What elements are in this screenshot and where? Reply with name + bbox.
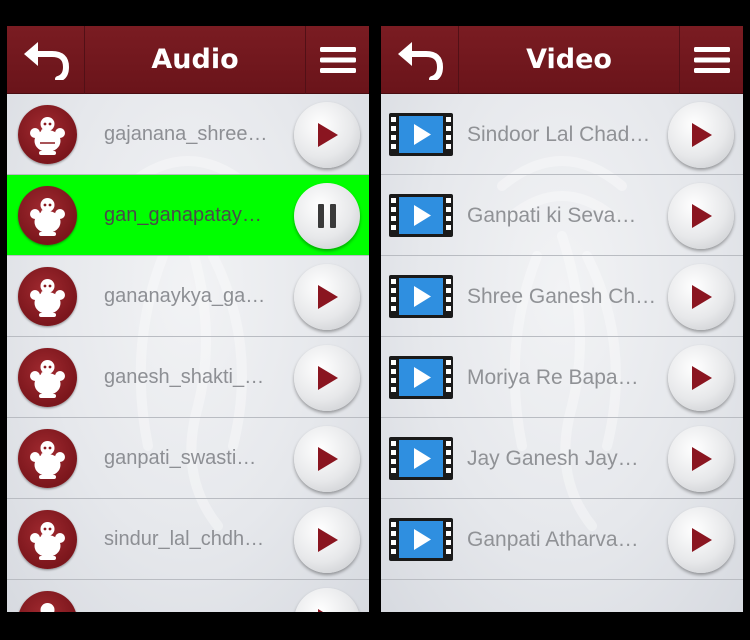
play-icon xyxy=(692,447,712,471)
video-file-icon xyxy=(389,275,453,318)
audio-list-item-playing[interactable]: gan_ganapatay… xyxy=(7,175,369,256)
ganesha-thumbnail-icon xyxy=(18,105,77,164)
audio-panel: Audio gajanana_shree… gan_ganapatay… gan… xyxy=(7,26,369,612)
video-item-title: Shree Ganesh Ch… xyxy=(467,285,657,308)
video-back-button[interactable] xyxy=(381,26,459,94)
video-panel: Video Sindoor Lal Chad… Ganpati ki Seva…… xyxy=(381,26,743,612)
audio-list-item[interactable]: gananaykya_ga… xyxy=(7,256,369,337)
ganesha-thumbnail-icon xyxy=(18,510,77,569)
video-menu-button[interactable] xyxy=(679,26,743,94)
back-arrow-icon xyxy=(23,42,69,80)
audio-list-item[interactable] xyxy=(7,580,369,612)
play-icon xyxy=(692,285,712,309)
audio-item-title: ganpati_swasti… xyxy=(104,447,257,469)
pause-icon xyxy=(318,204,336,228)
play-icon xyxy=(318,447,338,471)
video-file-icon xyxy=(389,356,453,399)
play-icon xyxy=(318,123,338,147)
audio-list-item[interactable]: ganesh_shakti_… xyxy=(7,337,369,418)
video-item-title: Moriya Re Bapa… xyxy=(467,366,639,389)
play-icon xyxy=(318,285,338,309)
play-icon xyxy=(318,366,338,390)
play-icon xyxy=(318,528,338,552)
play-icon xyxy=(692,123,712,147)
ganesha-thumbnail-icon xyxy=(18,591,77,612)
play-button[interactable] xyxy=(668,507,734,573)
video-list-item[interactable]: Jay Ganesh Jay… xyxy=(381,418,743,499)
play-button[interactable] xyxy=(294,264,360,330)
play-button[interactable] xyxy=(294,426,360,492)
audio-header: Audio xyxy=(7,26,369,94)
play-button[interactable] xyxy=(294,102,360,168)
video-item-title: Sindoor Lal Chad… xyxy=(467,123,651,146)
hamburger-menu-icon xyxy=(693,47,730,73)
video-item-title: Ganpati ki Seva… xyxy=(467,204,637,227)
video-item-title: Jay Ganesh Jay… xyxy=(467,447,639,470)
video-list-item[interactable]: Ganpati ki Seva… xyxy=(381,175,743,256)
audio-list-item[interactable]: ganpati_swasti… xyxy=(7,418,369,499)
audio-item-title: sindur_lal_chdh… xyxy=(104,528,265,550)
play-icon xyxy=(692,528,712,552)
video-list-item[interactable]: Shree Ganesh Ch… xyxy=(381,256,743,337)
video-title: Video xyxy=(526,44,612,75)
ganesha-thumbnail-icon xyxy=(18,267,77,326)
video-item-title: Ganpati Atharva… xyxy=(467,528,639,551)
play-button[interactable] xyxy=(668,102,734,168)
video-list-item[interactable]: Sindoor Lal Chad… xyxy=(381,94,743,175)
video-file-icon xyxy=(389,437,453,480)
audio-back-button[interactable] xyxy=(7,26,85,94)
back-arrow-icon xyxy=(397,42,443,80)
audio-list-item[interactable]: gajanana_shree… xyxy=(7,94,369,175)
audio-item-title: gananaykya_ga… xyxy=(104,285,266,307)
video-file-icon xyxy=(389,518,453,561)
audio-item-title xyxy=(104,580,284,612)
audio-list-item[interactable]: sindur_lal_chdh… xyxy=(7,499,369,580)
audio-item-title: gan_ganapatay… xyxy=(104,204,262,226)
hamburger-menu-icon xyxy=(319,47,356,73)
play-button[interactable] xyxy=(668,264,734,330)
video-list-item[interactable]: Ganpati Atharva… xyxy=(381,499,743,580)
play-button[interactable] xyxy=(668,345,734,411)
audio-item-title: ganesh_shakti_… xyxy=(104,366,265,388)
play-icon xyxy=(692,366,712,390)
video-list-item[interactable]: Moriya Re Bapa… xyxy=(381,337,743,418)
play-button[interactable] xyxy=(294,345,360,411)
play-button[interactable] xyxy=(294,588,360,612)
video-list: Sindoor Lal Chad… Ganpati ki Seva… Shree… xyxy=(381,94,743,580)
audio-menu-button[interactable] xyxy=(305,26,369,94)
ganesha-thumbnail-icon xyxy=(18,186,77,245)
ganesha-thumbnail-icon xyxy=(18,348,77,407)
video-file-icon xyxy=(389,194,453,237)
audio-list: gajanana_shree… gan_ganapatay… gananayky… xyxy=(7,94,369,612)
play-icon xyxy=(318,609,323,612)
play-button[interactable] xyxy=(668,183,734,249)
play-button[interactable] xyxy=(294,507,360,573)
pause-button[interactable] xyxy=(294,183,360,249)
audio-item-title: gajanana_shree… xyxy=(104,123,268,145)
audio-title: Audio xyxy=(151,44,239,75)
ganesha-thumbnail-icon xyxy=(18,429,77,488)
play-icon xyxy=(692,204,712,228)
play-button[interactable] xyxy=(668,426,734,492)
video-file-icon xyxy=(389,113,453,156)
video-header: Video xyxy=(381,26,743,94)
